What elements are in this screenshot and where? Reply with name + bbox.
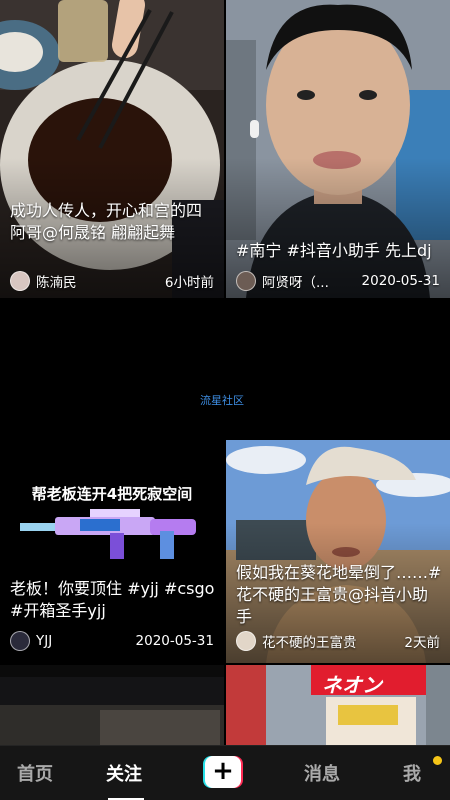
bottom-nav: 首页 关注 + 消息 我 xyxy=(0,745,450,800)
neon-sign-text: ネオン xyxy=(322,673,382,697)
create-video-button[interactable]: + xyxy=(203,756,243,788)
video-caption: 假如我在葵花地晕倒了……#花不硬的王富贵@抖音小助手 xyxy=(236,563,442,626)
video-meta: YJJ 2020-05-31 xyxy=(10,630,214,652)
author-name[interactable]: 花不硬的王富贵 xyxy=(262,631,398,651)
nav-home[interactable]: 首页 xyxy=(17,760,53,786)
notification-dot xyxy=(433,756,442,765)
video-card-3[interactable]: 帮老板连开4把死寂空间 老板！你要顶住 #yjj #csgo #开箱圣手yjj … xyxy=(0,300,224,663)
author-name[interactable]: 陈湳民 xyxy=(36,271,159,291)
nav-follow[interactable]: 关注 xyxy=(106,760,142,786)
video-card-6[interactable]: ネオン xyxy=(226,665,450,745)
video-caption: #南宁 #抖音小助手 先上dj xyxy=(236,241,432,260)
video-card-1[interactable]: 成功人传人，开心和宫的四阿哥@何晟铭 翩翩起舞 陈湳民 6小时前 xyxy=(0,0,224,298)
avatar[interactable] xyxy=(10,631,30,651)
video-meta: 陈湳民 6小时前 xyxy=(10,270,214,292)
video-caption: 老板！你要顶住 #yjj #csgo #开箱圣手yjj xyxy=(10,579,215,620)
video-card-placeholder xyxy=(226,300,450,438)
avatar[interactable] xyxy=(236,631,256,651)
post-time: 2020-05-31 xyxy=(361,273,440,289)
video-banner-text: 帮老板连开4把死寂空间 xyxy=(31,485,193,503)
plus-icon: + xyxy=(205,756,241,788)
author-name[interactable]: 阿贤呀（... xyxy=(262,271,356,291)
video-card-5[interactable] xyxy=(0,665,224,745)
post-time: 2020-05-31 xyxy=(135,633,214,649)
rifle-image xyxy=(20,509,196,559)
post-time: 2天前 xyxy=(404,635,440,651)
video-card-4[interactable]: 假如我在葵花地晕倒了……#花不硬的王富贵@抖音小助手 花不硬的王富贵 2天前 xyxy=(226,440,450,663)
post-time: 6小时前 xyxy=(164,275,214,291)
avatar[interactable] xyxy=(10,271,30,291)
video-meta: 花不硬的王富贵 2天前 xyxy=(236,630,440,652)
video-thumbnail xyxy=(0,665,224,745)
nav-me[interactable]: 我 xyxy=(403,760,421,786)
video-card-2[interactable]: #南宁 #抖音小助手 先上dj 阿贤呀（... 2020-05-31 xyxy=(226,0,450,298)
video-meta: 阿贤呀（... 2020-05-31 xyxy=(236,270,440,292)
avatar[interactable] xyxy=(236,271,256,291)
center-watermark: 流星社区 xyxy=(200,394,244,407)
author-name[interactable]: YJJ xyxy=(36,633,130,649)
nav-messages[interactable]: 消息 xyxy=(304,760,340,786)
video-caption: 成功人传人，开心和宫的四阿哥@何晟铭 翩翩起舞 xyxy=(10,201,203,242)
